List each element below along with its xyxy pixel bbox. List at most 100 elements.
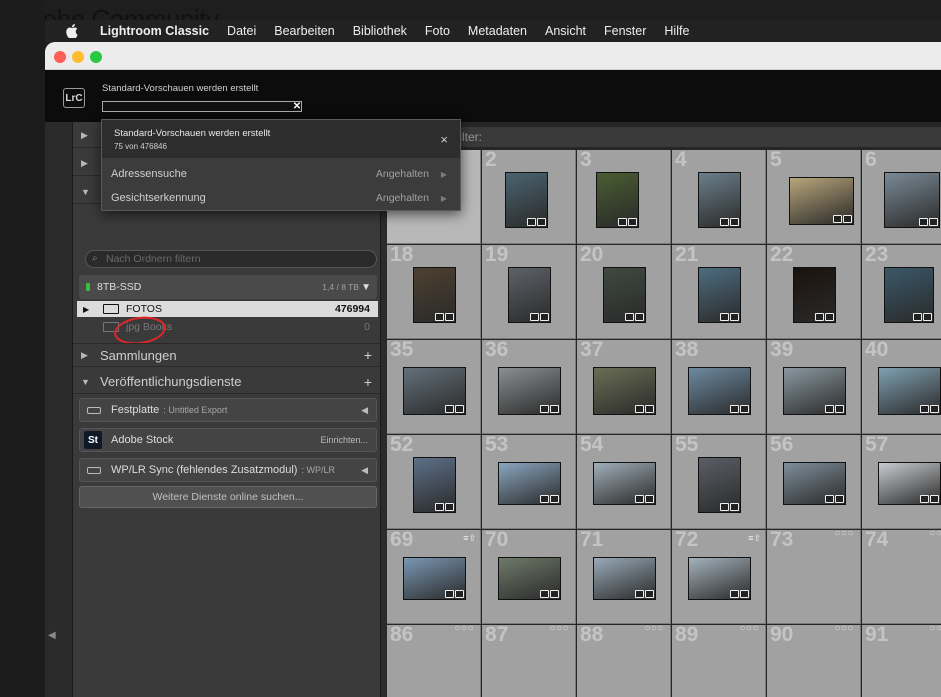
grid-cell[interactable]: 40 xyxy=(862,340,941,434)
grid-cell[interactable]: 86 ○○○ xyxy=(387,625,481,697)
crop-badge-icon[interactable] xyxy=(740,590,749,598)
chevron-down-icon[interactable]: ▼ xyxy=(361,282,371,293)
progress-bar[interactable] xyxy=(102,101,302,112)
stack-icon[interactable]: ≡⇧ xyxy=(748,533,761,544)
folder-search-input[interactable]: ⌕ Nach Ordnern filtern xyxy=(85,250,377,268)
keyword-badge-icon[interactable] xyxy=(730,590,739,598)
crop-badge-icon[interactable] xyxy=(843,215,852,223)
menu-datei[interactable]: Datei xyxy=(218,24,265,38)
close-window-button[interactable] xyxy=(54,51,66,63)
photo-thumbnail[interactable] xyxy=(403,557,466,600)
grid-cell[interactable]: 19 xyxy=(482,245,576,339)
keyword-badge-icon[interactable] xyxy=(540,495,549,503)
keyword-badge-icon[interactable] xyxy=(445,590,454,598)
folder-item-fotos[interactable]: ▶ FOTOS 476994 xyxy=(77,301,378,317)
photo-thumbnail[interactable] xyxy=(789,177,854,225)
crop-badge-icon[interactable] xyxy=(445,313,454,321)
crop-badge-icon[interactable] xyxy=(835,495,844,503)
crop-badge-icon[interactable] xyxy=(930,405,939,413)
resume-icon[interactable]: ▶ xyxy=(441,170,447,179)
photo-thumbnail[interactable] xyxy=(884,267,934,323)
photo-thumbnail[interactable] xyxy=(698,457,741,513)
keyword-badge-icon[interactable] xyxy=(919,218,928,226)
photo-thumbnail[interactable] xyxy=(596,172,639,228)
library-filter-bar[interactable]: Filter: xyxy=(387,127,941,147)
grid-cell[interactable]: 38 xyxy=(672,340,766,434)
keyword-badge-icon[interactable] xyxy=(825,495,834,503)
cancel-progress-icon[interactable]: ✕ xyxy=(291,100,303,112)
service-wp-lr-sync[interactable]: WP/LR Sync (fehlendes Zusatzmodul) : WP/… xyxy=(79,458,377,482)
grid-cell[interactable]: 69 ≡⇧ xyxy=(387,530,481,624)
section-collections[interactable]: ▶ Sammlungen + xyxy=(73,343,380,367)
grid-cell[interactable]: 73 ○○○ xyxy=(767,530,861,624)
photo-thumbnail[interactable] xyxy=(498,462,561,505)
grid-cell[interactable]: 90 ○○○ xyxy=(767,625,861,697)
crop-badge-icon[interactable] xyxy=(645,590,654,598)
grid-cell[interactable]: 37 xyxy=(577,340,671,434)
grid-cell[interactable]: 36 xyxy=(482,340,576,434)
crop-badge-icon[interactable] xyxy=(635,313,644,321)
keyword-badge-icon[interactable] xyxy=(815,313,824,321)
setup-link[interactable]: Einrichten... xyxy=(320,435,368,445)
keyword-badge-icon[interactable] xyxy=(540,590,549,598)
keyword-badge-icon[interactable] xyxy=(445,405,454,413)
grid-cell[interactable]: 5 xyxy=(767,150,861,244)
keyword-badge-icon[interactable] xyxy=(435,313,444,321)
photo-thumbnail[interactable] xyxy=(793,267,836,323)
grid-cell[interactable]: 87 ○○○ xyxy=(482,625,576,697)
keyword-badge-icon[interactable] xyxy=(635,495,644,503)
photo-thumbnail[interactable] xyxy=(593,557,656,600)
crop-badge-icon[interactable] xyxy=(550,405,559,413)
grid-cell[interactable]: 53 xyxy=(482,435,576,529)
keyword-badge-icon[interactable] xyxy=(720,313,729,321)
menu-app[interactable]: Lightroom Classic xyxy=(91,24,218,38)
keyword-badge-icon[interactable] xyxy=(825,405,834,413)
photo-thumbnail[interactable] xyxy=(593,367,656,415)
drive-header[interactable]: 8TB-SSD 1,4 / 8 TB ▼ xyxy=(79,275,377,299)
menu-foto[interactable]: Foto xyxy=(416,24,459,38)
photo-thumbnail[interactable] xyxy=(413,267,456,323)
photo-thumbnail[interactable] xyxy=(593,462,656,505)
crop-badge-icon[interactable] xyxy=(645,495,654,503)
section-publish-services[interactable]: ▼ Veröffentlichungsdienste + xyxy=(73,370,380,394)
keyword-badge-icon[interactable] xyxy=(720,218,729,226)
keyword-badge-icon[interactable] xyxy=(913,313,922,321)
grid-cell[interactable]: 57 xyxy=(862,435,941,529)
crop-badge-icon[interactable] xyxy=(540,313,549,321)
menu-metadaten[interactable]: Metadaten xyxy=(459,24,536,38)
popup-row-face-recognition[interactable]: Gesichtserkennung Angehalten ▶ xyxy=(102,186,460,210)
crop-badge-icon[interactable] xyxy=(455,405,464,413)
grid-cell[interactable]: 89 ○○○ xyxy=(672,625,766,697)
photo-thumbnail[interactable] xyxy=(688,557,751,600)
keyword-badge-icon[interactable] xyxy=(720,503,729,511)
keyword-badge-icon[interactable] xyxy=(435,503,444,511)
grid-cell[interactable]: 20 xyxy=(577,245,671,339)
grid-cell[interactable]: 2 xyxy=(482,150,576,244)
photo-thumbnail[interactable] xyxy=(688,367,751,415)
menu-hilfe[interactable]: Hilfe xyxy=(655,24,698,38)
keyword-badge-icon[interactable] xyxy=(527,218,536,226)
grid-cell[interactable]: 74 ○○○ xyxy=(862,530,941,624)
add-publish-service-icon[interactable]: + xyxy=(364,374,372,390)
crop-badge-icon[interactable] xyxy=(929,218,938,226)
photo-thumbnail[interactable] xyxy=(783,462,846,505)
photo-thumbnail[interactable] xyxy=(783,367,846,415)
stack-icon[interactable]: ≡⇧ xyxy=(463,533,476,544)
crop-badge-icon[interactable] xyxy=(537,218,546,226)
grid-cell[interactable]: 21 xyxy=(672,245,766,339)
photo-thumbnail[interactable] xyxy=(878,367,941,415)
menu-bibliothek[interactable]: Bibliothek xyxy=(344,24,416,38)
minimize-window-button[interactable] xyxy=(72,51,84,63)
crop-badge-icon[interactable] xyxy=(825,313,834,321)
keyword-badge-icon[interactable] xyxy=(618,218,627,226)
keyword-badge-icon[interactable] xyxy=(833,215,842,223)
grid-cell[interactable]: 18 xyxy=(387,245,481,339)
photo-thumbnail[interactable] xyxy=(498,367,561,415)
crop-badge-icon[interactable] xyxy=(645,405,654,413)
chevron-left-icon[interactable]: ◀ xyxy=(361,405,368,416)
keyword-badge-icon[interactable] xyxy=(530,313,539,321)
apple-icon[interactable] xyxy=(63,22,81,40)
photo-thumbnail[interactable] xyxy=(603,267,646,323)
chevron-left-icon[interactable]: ◀ xyxy=(361,465,368,476)
progress-label[interactable]: Standard-Vorschauen werden erstellt xyxy=(102,83,258,94)
